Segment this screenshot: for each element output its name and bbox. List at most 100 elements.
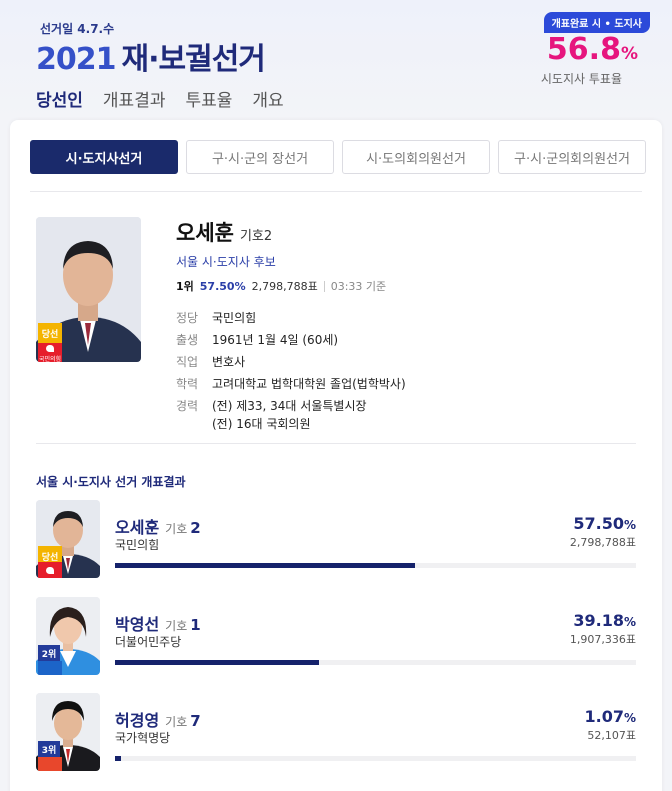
- candidate-row[interactable]: 2위 박영선 기호 1 더불어민주당 39.18% 1,907,336표: [36, 597, 636, 677]
- party-badge: [38, 757, 62, 771]
- candidate-pct-unit: %: [623, 711, 636, 725]
- candidate-party: 더불어민주당: [115, 635, 182, 649]
- candidate-number: 7: [190, 712, 201, 730]
- vote-bar-fill: [115, 563, 415, 568]
- brand-year: 2021: [36, 42, 116, 77]
- candidate-name-line: 오세훈 기호 2: [115, 514, 201, 538]
- stat-separator: [323, 280, 325, 292]
- detail-row: 출생 1961년 1월 4일 (60세): [176, 332, 646, 348]
- main-nav: 당선인 개표결과 투표율 개요: [36, 86, 284, 124]
- detail-row: 직업 변호사: [176, 354, 646, 370]
- winner-name: 오세훈: [176, 221, 234, 245]
- detail-key: 직업: [176, 355, 199, 369]
- candidate-name: 허경영: [115, 711, 160, 730]
- party-badge: 국민의힘: [38, 343, 62, 362]
- update-time: 03:33 기준: [330, 280, 387, 293]
- tab-winners[interactable]: 당선인: [36, 86, 83, 124]
- winner-name-line: 오세훈 기호2: [176, 217, 646, 247]
- party-badge: [38, 661, 62, 675]
- detail-row: 정당 국민의힘: [176, 310, 646, 326]
- result-card: 시·도지사선거 구·시·군의 장선거 시·도의회의원선거 구·시·군의회의원선거…: [10, 120, 662, 791]
- candidate-pct-unit: %: [623, 615, 636, 629]
- candidate-party: 국가혁명당: [115, 731, 171, 745]
- winner-info: 오세훈 기호2 서울 시·도지사 후보 1위 57.50% 2,798,788표 …: [176, 217, 646, 438]
- tab-count-results[interactable]: 개표결과: [103, 86, 166, 124]
- candidate-number-label: 기호: [165, 522, 188, 536]
- candidate-pct-value: 57.50: [573, 514, 624, 533]
- detail-value: 고려대학교 법학대학원 졸업(법학박사): [212, 377, 406, 391]
- candidate-pct-value: 1.07: [584, 707, 624, 726]
- turnout-unit: %: [620, 44, 638, 64]
- candidate-pct-value: 39.18: [573, 611, 624, 630]
- detail-row: (전) 16대 국회의원: [176, 416, 646, 432]
- vote-bar-fill: [115, 756, 121, 761]
- winner-rank: 1위: [176, 280, 194, 293]
- winner-votes: 2,798,788표: [251, 280, 318, 293]
- detail-key: 경력: [176, 399, 199, 413]
- candidate-pct: 57.50%: [573, 514, 636, 533]
- winner-profile: 당선 국민의힘 오세훈 기호2 서울 시·도지사 후보 1위 57.50% 2,7…: [36, 217, 406, 431]
- tab-provincial-council[interactable]: 시·도의회의원선거: [342, 140, 490, 174]
- winner-number: 기호2: [239, 229, 273, 244]
- candidate-name: 박영선: [115, 615, 160, 634]
- candidate-number: 2: [190, 519, 201, 537]
- candidate-name-line: 박영선 기호 1: [115, 611, 201, 635]
- tab-local-council[interactable]: 구·시·군의회의원선거: [498, 140, 646, 174]
- detail-key: 정당: [176, 311, 199, 325]
- detail-key: 출생: [176, 333, 199, 347]
- vote-bar-track: [115, 756, 636, 761]
- detail-value: 변호사: [212, 355, 246, 369]
- party-badge: [38, 562, 62, 578]
- brand-logo[interactable]: 2021 재·보궐선거: [36, 34, 266, 78]
- candidate-row[interactable]: 3위 허경영 기호 7 국가혁명당 1.07% 52,107표: [36, 693, 636, 773]
- count-complete-badge: 개표완료 시 • 도지사: [543, 12, 650, 33]
- candidate-name-line: 허경영 기호 7: [115, 707, 201, 731]
- detail-value: 1961년 1월 4일 (60세): [212, 333, 339, 347]
- detail-row: 학력 고려대학교 법학대학원 졸업(법학박사): [176, 376, 646, 392]
- candidate-pct: 1.07%: [584, 707, 636, 726]
- tab-overview[interactable]: 개요: [252, 86, 283, 124]
- party-logo-icon: [46, 567, 54, 574]
- winner-photo: 당선 국민의힘: [36, 217, 141, 362]
- candidate-votes: 52,107표: [587, 729, 636, 742]
- tab-turnout[interactable]: 투표율: [185, 86, 232, 124]
- rank-badge: 3위: [38, 741, 60, 757]
- divider: [36, 443, 636, 444]
- detail-key: [176, 416, 212, 432]
- detail-value: 국민의힘: [212, 311, 257, 325]
- rank-badge: 2위: [38, 645, 60, 661]
- turnout-label: 시도지사 투표율: [540, 72, 622, 86]
- winner-details: 정당 국민의힘 출생 1961년 1월 4일 (60세) 직업 변호사 학력 고려대학교…: [176, 310, 646, 432]
- divider: [30, 191, 642, 192]
- candidate-votes: 2,798,788표: [569, 536, 636, 549]
- turnout-number: 56.8: [546, 32, 621, 67]
- results-title: 서울 시·도지사 선거 개표결과: [36, 475, 186, 489]
- party-badge-label: 국민의힘: [38, 356, 62, 362]
- vote-bar-track: [115, 563, 636, 568]
- candidate-photo: 당선: [36, 500, 100, 578]
- elected-badge: 당선: [38, 323, 62, 343]
- candidate-number-label: 기호: [165, 715, 188, 729]
- detail-key: 학력: [176, 377, 199, 391]
- candidate-pct: 39.18%: [573, 611, 636, 630]
- candidate-name: 오세훈: [115, 518, 160, 537]
- brand-name: 재·보궐선거: [121, 42, 266, 77]
- tab-governor[interactable]: 시·도지사선거: [30, 140, 178, 174]
- header: 선거일 4.7.수 2021 재·보궐선거 당선인 개표결과 투표율 개요 개표완…: [0, 0, 672, 124]
- candidate-pct-unit: %: [623, 518, 636, 532]
- winner-subtitle: 서울 시·도지사 후보: [176, 255, 276, 269]
- party-logo-icon: [46, 345, 54, 352]
- candidate-number-label: 기호: [165, 619, 188, 633]
- winner-stats: 1위 57.50% 2,798,788표 03:33 기준: [176, 278, 646, 294]
- detail-value: (전) 16대 국회의원: [212, 417, 311, 431]
- candidate-row[interactable]: 당선 오세훈 기호 2 국민의힘 57.50% 2,798,788표: [36, 500, 636, 580]
- election-type-tabs: 시·도지사선거 구·시·군의 장선거 시·도의회의원선거 구·시·군의회의원선거: [30, 140, 646, 174]
- candidate-photo: 2위: [36, 597, 100, 675]
- detail-row: 경력 (전) 제33, 34대 서울특별시장: [176, 398, 646, 414]
- winner-pct: 57.50%: [199, 279, 246, 293]
- candidate-votes: 1,907,336표: [569, 633, 636, 646]
- candidate-party: 국민의힘: [115, 538, 160, 552]
- vote-bar-fill: [115, 660, 320, 665]
- turnout-value: 56.8%: [547, 32, 638, 67]
- tab-local-head[interactable]: 구·시·군의 장선거: [186, 140, 334, 174]
